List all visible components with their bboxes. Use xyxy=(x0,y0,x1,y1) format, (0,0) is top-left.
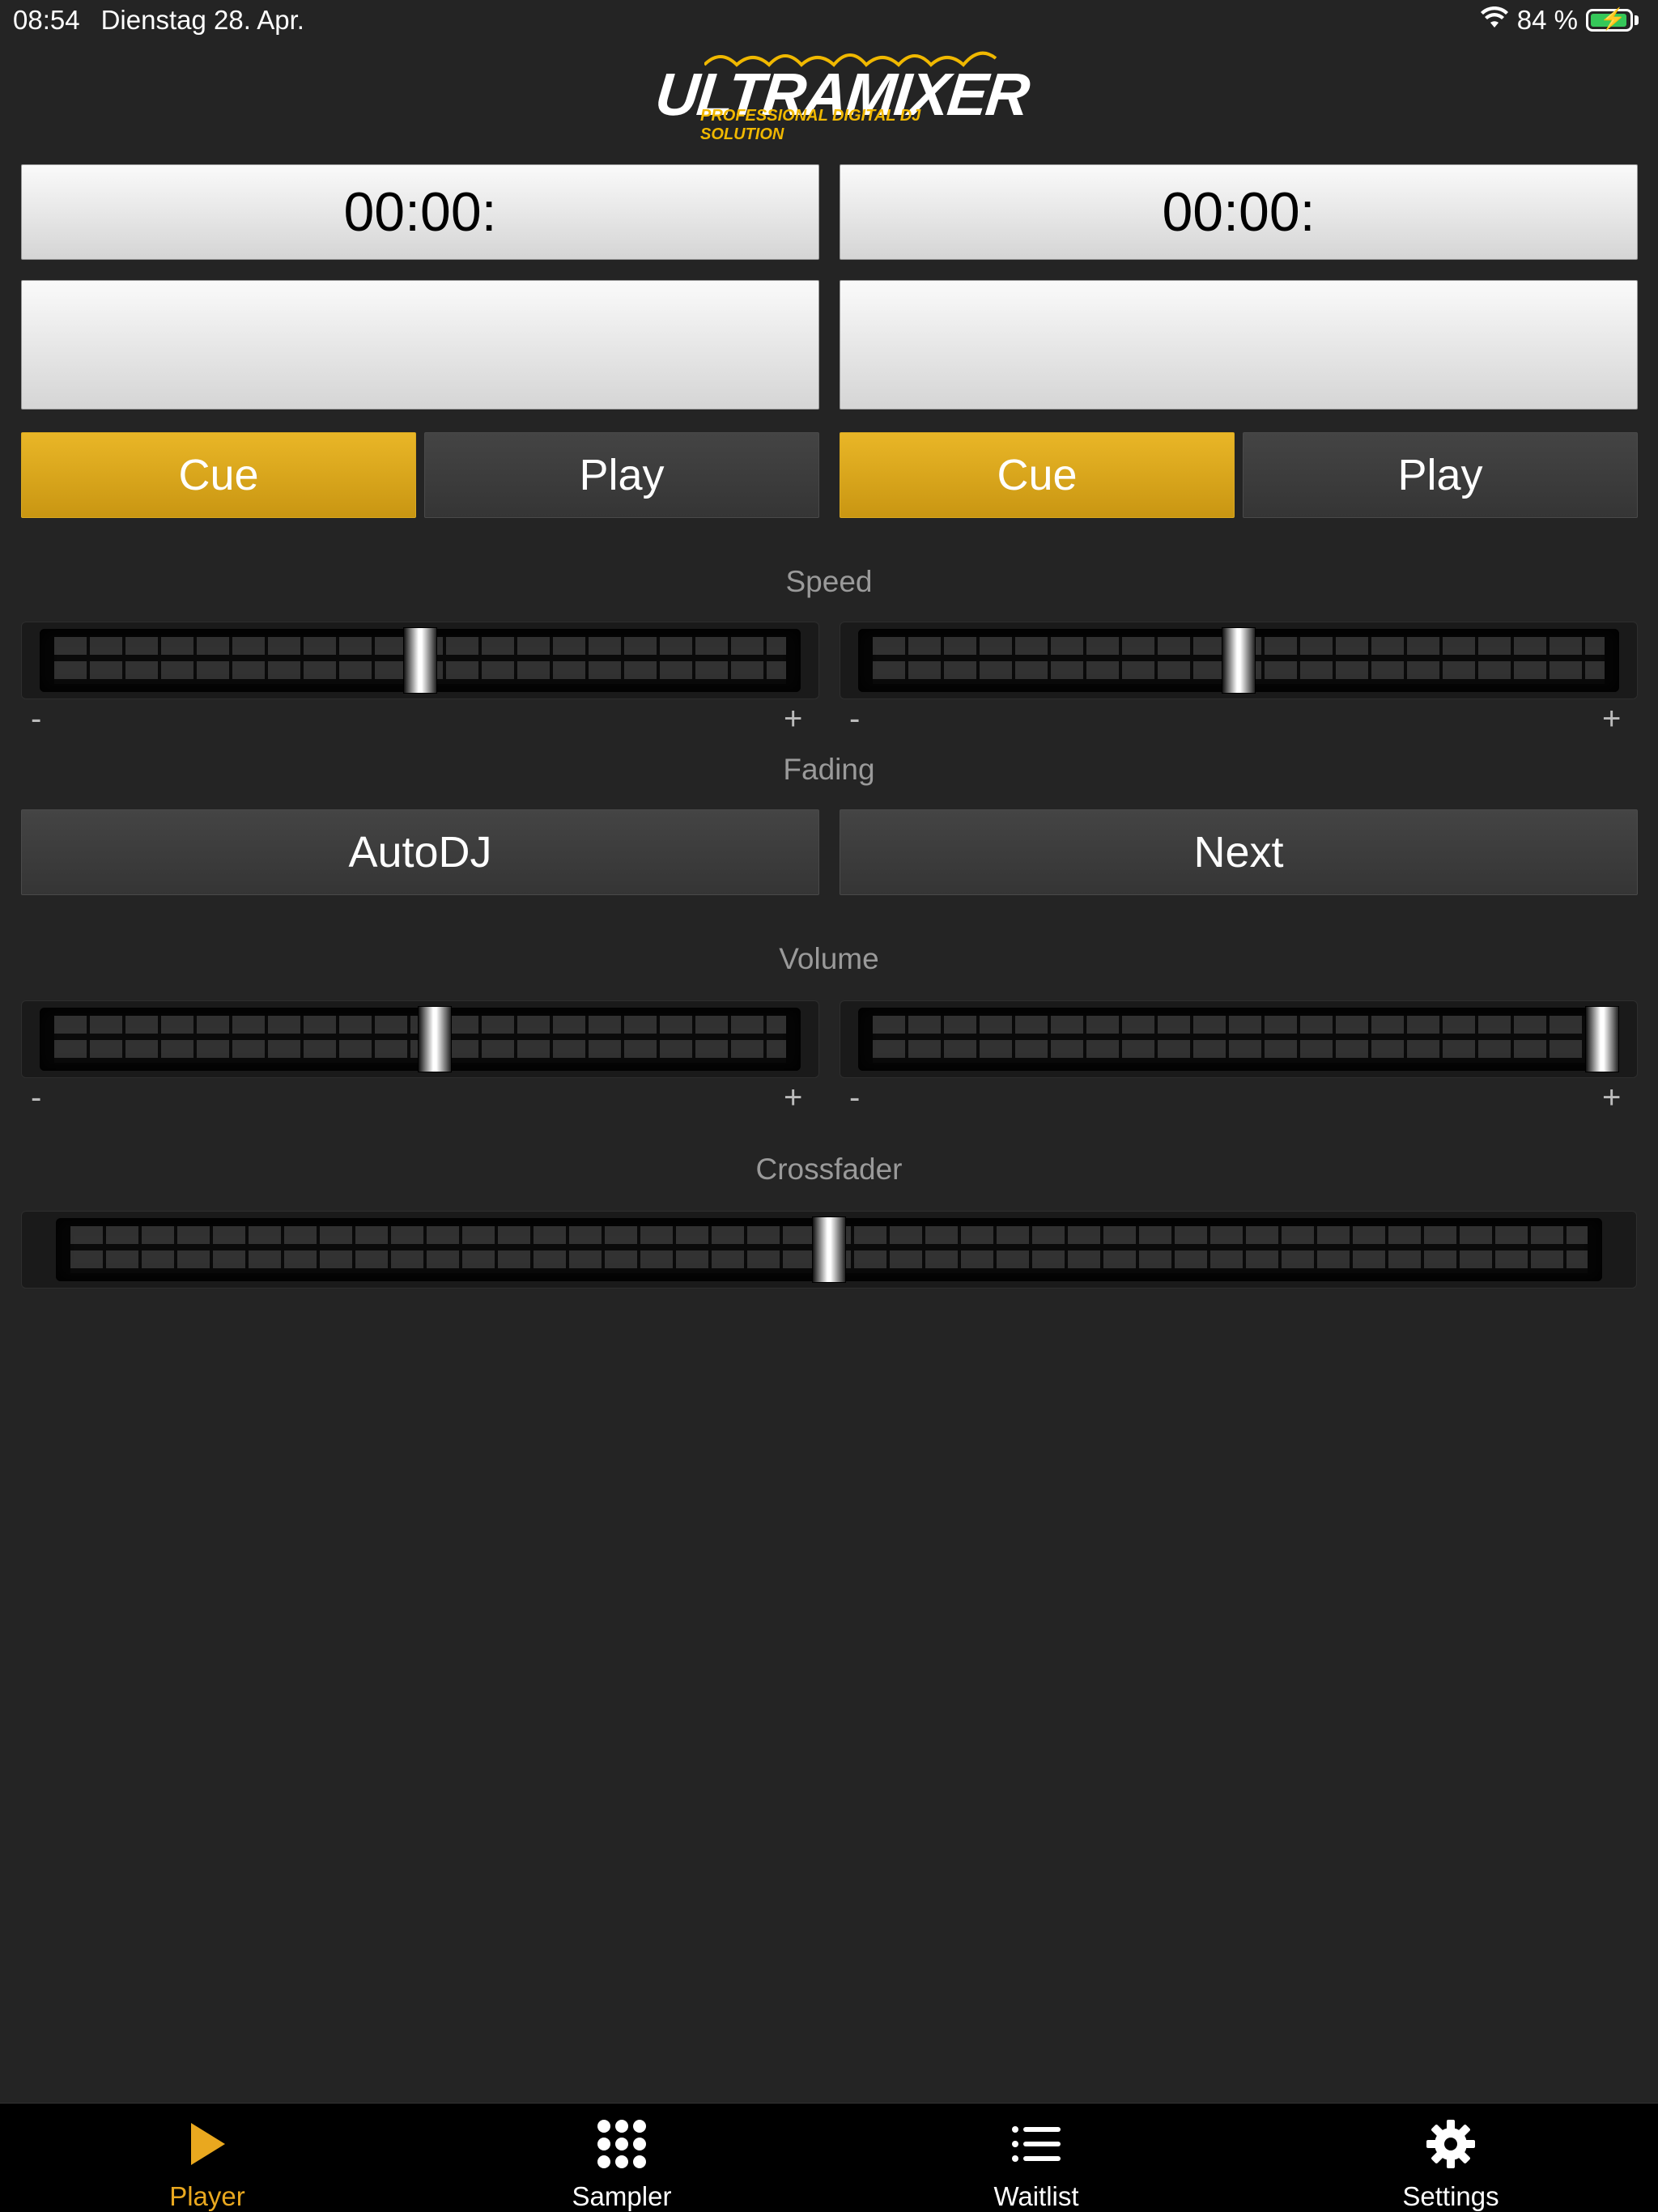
deck-b-play-button[interactable]: Play xyxy=(1243,432,1638,518)
gear-icon xyxy=(1244,2118,1658,2175)
logo-tagline: PROFESSIONAL DIGITAL DJ SOLUTION xyxy=(700,107,921,143)
deck-a-volume-knob[interactable] xyxy=(417,1006,452,1072)
tab-sampler[interactable]: Sampler xyxy=(414,2104,829,2212)
deck-a-speed-minus: - xyxy=(31,701,42,737)
tab-bar: Player Sampler Waitlist Settings xyxy=(0,2103,1658,2212)
deck-a-volume-plus: + xyxy=(784,1080,803,1115)
tab-player[interactable]: Player xyxy=(0,2104,414,2212)
deck-b-volume-knob[interactable] xyxy=(1585,1006,1619,1072)
status-date: Dienstag 28. Apr. xyxy=(100,5,304,35)
autodj-button[interactable]: AutoDJ xyxy=(21,809,819,895)
deck-b-time-display: 00:00: xyxy=(840,164,1638,260)
volume-label: Volume xyxy=(779,942,879,975)
battery-percent: 84 % xyxy=(1516,5,1578,35)
deck-a-speed-slider[interactable] xyxy=(21,622,819,699)
deck-a-speed-knob[interactable] xyxy=(403,627,437,694)
ultramixer-logo: ULTRAMIXER PROFESSIONAL DIGITAL DJ SOLUT… xyxy=(653,42,1031,143)
deck-b-speed-knob[interactable] xyxy=(1222,627,1256,694)
crossfader-knob[interactable] xyxy=(812,1216,846,1283)
deck-b-title-display xyxy=(840,280,1638,410)
crossfader-label: Crossfader xyxy=(755,1153,903,1186)
status-time: 08:54 xyxy=(13,5,80,35)
next-button[interactable]: Next xyxy=(840,809,1638,895)
deck-b-speed-plus: + xyxy=(1602,701,1622,737)
grid-icon xyxy=(414,2118,829,2175)
deck-a-play-button[interactable]: Play xyxy=(424,432,819,518)
tab-waitlist-label: Waitlist xyxy=(993,2181,1079,2211)
deck-b-speed-slider[interactable] xyxy=(840,622,1638,699)
deck-b-volume-minus: - xyxy=(849,1080,861,1115)
deck-a-volume-slider[interactable] xyxy=(21,1000,819,1078)
deck-b-speed-minus: - xyxy=(849,701,861,737)
play-icon xyxy=(0,2118,414,2175)
deck-a-volume-minus: - xyxy=(31,1080,42,1115)
deck-a-title-display xyxy=(21,280,819,410)
crossfader-slider[interactable] xyxy=(21,1211,1637,1289)
deck-a-speed-plus: + xyxy=(784,701,803,737)
tab-settings-label: Settings xyxy=(1402,2181,1499,2211)
speed-label: Speed xyxy=(785,565,873,598)
deck-a-cue-button[interactable]: Cue xyxy=(21,432,416,518)
tab-settings[interactable]: Settings xyxy=(1244,2104,1658,2212)
fading-label: Fading xyxy=(783,753,875,786)
status-bar-right: 84 % ⚡ xyxy=(1480,5,1639,36)
battery-icon: ⚡ xyxy=(1586,6,1633,32)
deck-b-volume-plus: + xyxy=(1602,1080,1622,1115)
list-icon xyxy=(829,2118,1244,2175)
deck-b-volume-slider[interactable] xyxy=(840,1000,1638,1078)
wifi-icon xyxy=(1480,5,1509,36)
tab-waitlist[interactable]: Waitlist xyxy=(829,2104,1244,2212)
deck-b-cue-button[interactable]: Cue xyxy=(840,432,1235,518)
status-bar-left: 08:54 Dienstag 28. Apr. xyxy=(13,5,304,36)
tab-sampler-label: Sampler xyxy=(572,2181,672,2211)
tab-player-label: Player xyxy=(169,2181,245,2211)
deck-a-time-display: 00:00: xyxy=(21,164,819,260)
